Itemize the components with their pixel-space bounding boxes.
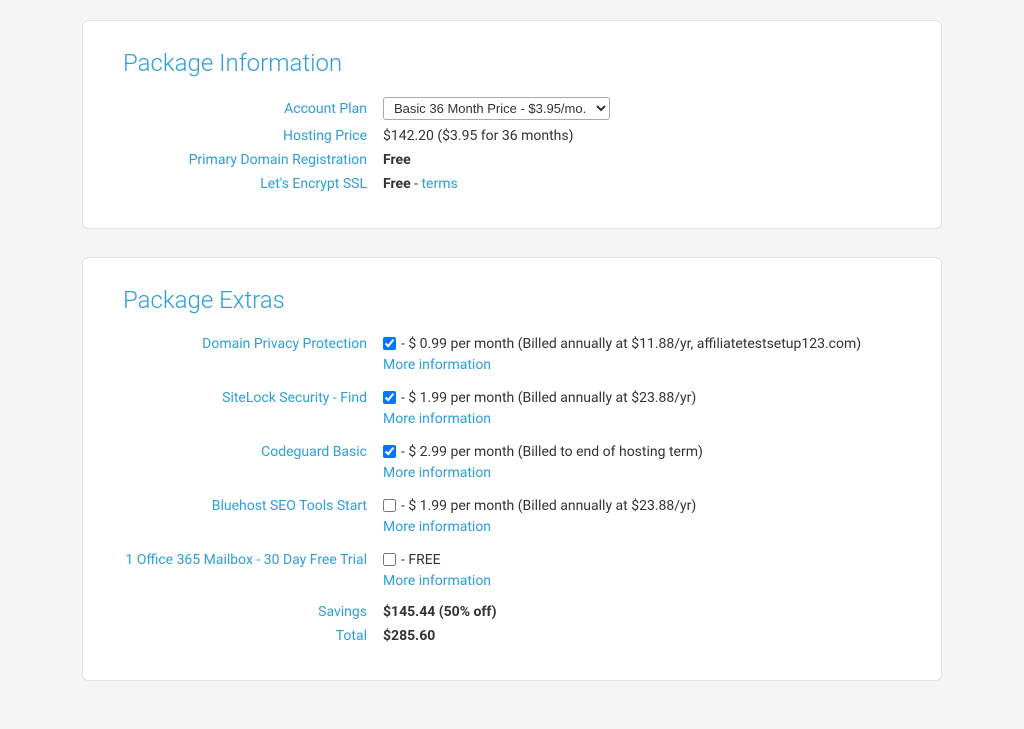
hosting-price-label: Hosting Price — [123, 128, 383, 144]
codeguard-more-info[interactable]: More information — [383, 463, 703, 484]
hosting-price-value: $142.20 ($3.95 for 36 months) — [383, 128, 573, 144]
hosting-price-row: Hosting Price $142.20 ($3.95 for 36 mont… — [123, 128, 901, 144]
ssl-value: Free - terms — [383, 176, 458, 192]
savings-row: Savings $145.44 (50% off) — [123, 604, 901, 620]
package-extras-card: Package Extras Domain Privacy Protection… — [82, 257, 942, 681]
savings-label: Savings — [123, 604, 383, 620]
ssl-free-text: Free — [383, 176, 411, 192]
ssl-terms-link[interactable]: terms — [421, 176, 457, 192]
office365-label: 1 Office 365 Mailbox - 30 Day Free Trial — [123, 550, 383, 568]
account-plan-label: Account Plan — [123, 101, 383, 117]
package-info-title: Package Information — [123, 49, 901, 77]
codeguard-value: - $ 2.99 per month (Billed to end of hos… — [383, 442, 703, 484]
codeguard-label: Codeguard Basic — [123, 442, 383, 460]
office365-row: 1 Office 365 Mailbox - 30 Day Free Trial… — [123, 550, 901, 592]
seo-tools-row: Bluehost SEO Tools Start - $ 1.99 per mo… — [123, 496, 901, 538]
savings-value: $145.44 (50% off) — [383, 604, 497, 620]
codeguard-description: - $ 2.99 per month (Billed to end of hos… — [401, 442, 703, 463]
domain-registration-value: Free — [383, 152, 411, 168]
sitelock-row: SiteLock Security - Find - $ 1.99 per mo… — [123, 388, 901, 430]
total-label: Total — [123, 628, 383, 644]
ssl-label: Let's Encrypt SSL — [123, 176, 383, 192]
sitelock-description: - $ 1.99 per month (Billed annually at $… — [401, 388, 696, 409]
package-extras-title: Package Extras — [123, 286, 901, 314]
office365-more-info[interactable]: More information — [383, 571, 491, 592]
domain-privacy-row: Domain Privacy Protection - $ 0.99 per m… — [123, 334, 901, 376]
office365-value: - FREE More information — [383, 550, 491, 592]
account-plan-value: Basic 36 Month Price - $3.95/mo. — [383, 97, 610, 120]
office365-checkbox[interactable] — [383, 553, 396, 566]
seo-tools-checkbox[interactable] — [383, 499, 396, 512]
seo-tools-value: - $ 1.99 per month (Billed annually at $… — [383, 496, 696, 538]
account-plan-row: Account Plan Basic 36 Month Price - $3.9… — [123, 97, 901, 120]
codeguard-row: Codeguard Basic - $ 2.99 per month (Bill… — [123, 442, 901, 484]
sitelock-label: SiteLock Security - Find — [123, 388, 383, 406]
total-value: $285.60 — [383, 628, 435, 644]
total-row: Total $285.60 — [123, 628, 901, 644]
domain-registration-label: Primary Domain Registration — [123, 152, 383, 168]
seo-tools-label: Bluehost SEO Tools Start — [123, 496, 383, 514]
domain-privacy-value: - $ 0.99 per month (Billed annually at $… — [383, 334, 861, 376]
domain-privacy-description: - $ 0.99 per month (Billed annually at $… — [401, 334, 861, 355]
ssl-row: Let's Encrypt SSL Free - terms — [123, 176, 901, 192]
seo-tools-more-info[interactable]: More information — [383, 517, 696, 538]
sitelock-checkbox[interactable] — [383, 391, 396, 404]
domain-privacy-label: Domain Privacy Protection — [123, 334, 383, 352]
sitelock-value: - $ 1.99 per month (Billed annually at $… — [383, 388, 696, 430]
domain-privacy-more-info[interactable]: More information — [383, 355, 861, 376]
domain-privacy-checkbox[interactable] — [383, 337, 396, 350]
package-information-card: Package Information Account Plan Basic 3… — [82, 20, 942, 229]
sitelock-more-info[interactable]: More information — [383, 409, 696, 430]
account-plan-select[interactable]: Basic 36 Month Price - $3.95/mo. — [383, 97, 610, 120]
codeguard-checkbox[interactable] — [383, 445, 396, 458]
office365-description: - FREE — [401, 550, 441, 571]
seo-tools-description: - $ 1.99 per month (Billed annually at $… — [401, 496, 696, 517]
domain-registration-row: Primary Domain Registration Free — [123, 152, 901, 168]
